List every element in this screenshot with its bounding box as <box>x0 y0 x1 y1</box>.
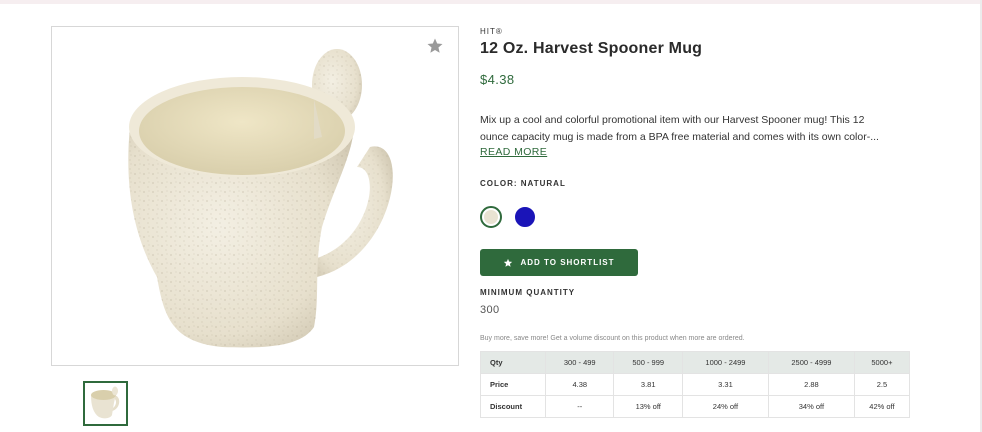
product-title: 12 Oz. Harvest Spooner Mug <box>480 40 703 57</box>
table-row: Price 4.38 3.81 3.31 2.88 2.5 <box>480 373 911 396</box>
product-price: $4.38 <box>480 72 515 87</box>
product-image <box>51 26 459 366</box>
color-swatch-blue[interactable] <box>514 206 536 228</box>
read-more-link[interactable]: READ MORE <box>480 146 547 158</box>
table-cell: 34% off <box>767 395 855 418</box>
table-cell: 13% off <box>613 395 683 418</box>
thumbnail-image[interactable] <box>83 381 128 426</box>
table-cell: 2.88 <box>767 373 855 396</box>
table-cell: 4.38 <box>544 373 615 396</box>
description-line: Mix up a cool and colorful promotional i… <box>480 114 865 126</box>
table-cell: 42% off <box>853 395 911 418</box>
description-line: ounce capacity mug is made from a BPA fr… <box>480 131 879 143</box>
color-label: COLOR: NATURAL <box>480 179 566 188</box>
minimum-quantity-label: MINIMUM QUANTITY <box>480 288 576 297</box>
button-label: ADD TO SHORTLIST <box>520 258 615 267</box>
table-header-cell: 5000+ <box>853 351 911 374</box>
volume-discount-note: Buy more, save more! Get a volume discou… <box>480 335 745 342</box>
mug-image <box>128 49 393 348</box>
mug-thumbnail <box>91 386 120 419</box>
table-cell: -- <box>544 395 615 418</box>
table-header-cell: 500 - 999 <box>613 351 683 374</box>
star-icon[interactable] <box>426 37 444 55</box>
table-header-row: Qty 300 - 499 500 - 999 1000 - 2499 2500… <box>480 351 911 374</box>
table-header-cell: 2500 - 4999 <box>767 351 855 374</box>
brand-label: HIT® <box>480 27 503 36</box>
table-row: Discount -- 13% off 24% off 34% off 42% … <box>480 395 911 418</box>
table-header-cell: 1000 - 2499 <box>681 351 769 374</box>
add-to-shortlist-button[interactable]: ADD TO SHORTLIST <box>480 249 638 276</box>
table-cell: Discount <box>480 395 546 418</box>
pricing-table: Qty 300 - 499 500 - 999 1000 - 2499 2500… <box>480 351 911 418</box>
table-cell: Price <box>480 373 546 396</box>
top-strip <box>0 0 982 4</box>
table-cell: 24% off <box>681 395 769 418</box>
table-cell: 2.5 <box>853 373 911 396</box>
minimum-quantity-value: 300 <box>480 304 500 316</box>
table-header-cell: Qty <box>480 351 546 374</box>
table-header-cell: 300 - 499 <box>544 351 615 374</box>
product-description: Mix up a cool and colorful promotional i… <box>480 112 920 146</box>
color-swatch-natural[interactable] <box>480 206 502 228</box>
table-cell: 3.31 <box>681 373 769 396</box>
star-icon <box>504 258 513 267</box>
table-cell: 3.81 <box>613 373 683 396</box>
